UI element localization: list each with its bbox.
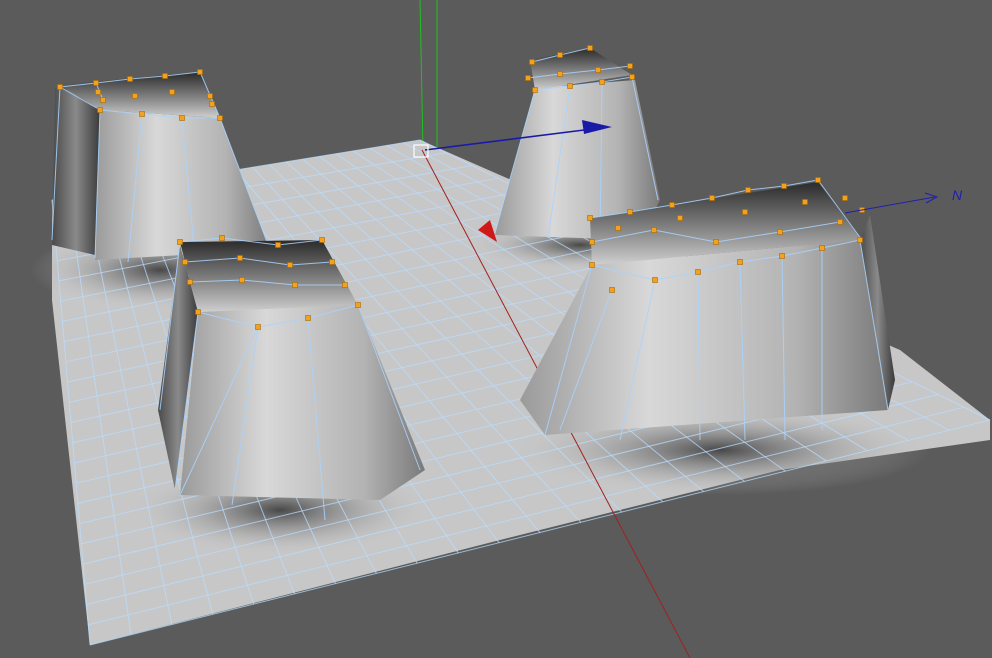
selected-vertex[interactable] — [677, 215, 683, 221]
selected-vertex[interactable] — [209, 101, 215, 107]
selected-vertex[interactable] — [255, 324, 261, 330]
selected-vertex[interactable] — [197, 69, 203, 75]
selected-vertex[interactable] — [187, 279, 193, 285]
selected-vertex[interactable] — [742, 209, 748, 215]
selected-vertex[interactable] — [567, 83, 573, 89]
selected-vertex[interactable] — [713, 239, 719, 245]
world-z-axis-line — [844, 196, 936, 214]
selected-vertex[interactable] — [97, 107, 103, 113]
selected-vertex[interactable] — [305, 315, 311, 321]
selected-vertex[interactable] — [355, 302, 361, 308]
selected-vertex[interactable] — [599, 79, 605, 85]
selected-vertex[interactable] — [95, 89, 101, 95]
selected-vertex[interactable] — [139, 111, 145, 117]
selected-vertex[interactable] — [275, 242, 281, 248]
selected-vertex[interactable] — [287, 262, 293, 268]
selected-vertex[interactable] — [777, 229, 783, 235]
selected-vertex[interactable] — [557, 52, 563, 58]
selected-vertex[interactable] — [615, 225, 621, 231]
selected-vertex[interactable] — [595, 67, 601, 73]
selected-vertex[interactable] — [207, 93, 213, 99]
selected-vertex[interactable] — [169, 89, 175, 95]
selected-vertex[interactable] — [857, 237, 863, 243]
selected-vertex[interactable] — [842, 195, 848, 201]
selected-vertex[interactable] — [779, 253, 785, 259]
y-axis-line — [419, 0, 424, 151]
selected-vertex[interactable] — [219, 235, 225, 241]
selected-vertex[interactable] — [292, 282, 298, 288]
selected-vertex[interactable] — [532, 87, 538, 93]
selected-vertex[interactable] — [709, 195, 715, 201]
selected-vertex[interactable] — [525, 75, 531, 81]
selected-vertex[interactable] — [217, 115, 223, 121]
selected-vertex[interactable] — [651, 227, 657, 233]
selected-vertex[interactable] — [627, 209, 633, 215]
selected-vertex[interactable] — [745, 187, 751, 193]
selected-vertex[interactable] — [179, 115, 185, 121]
selected-vertex[interactable] — [177, 239, 183, 245]
selected-vertex[interactable] — [627, 63, 633, 69]
extruded-block-left-back[interactable] — [51, 69, 271, 263]
selected-vertex[interactable] — [57, 84, 63, 90]
selected-vertex[interactable] — [529, 59, 535, 65]
selected-vertex[interactable] — [819, 245, 825, 251]
selected-vertex[interactable] — [319, 237, 325, 243]
selected-vertex[interactable] — [100, 97, 106, 103]
selected-vertex[interactable] — [237, 255, 243, 261]
selected-vertex[interactable] — [162, 73, 168, 79]
selected-vertex[interactable] — [557, 71, 563, 77]
selected-vertex[interactable] — [132, 93, 138, 99]
selected-vertex[interactable] — [652, 277, 658, 283]
selected-vertex[interactable] — [815, 177, 821, 183]
selected-vertex[interactable] — [587, 215, 593, 221]
selected-vertex[interactable] — [329, 259, 335, 265]
selected-vertex[interactable] — [127, 76, 133, 82]
selected-vertex[interactable] — [802, 199, 808, 205]
3d-viewport[interactable]: N — [0, 0, 992, 658]
selected-vertex[interactable] — [629, 74, 635, 80]
world-z-label: N — [952, 187, 963, 203]
selected-vertex[interactable] — [195, 309, 201, 315]
selected-vertex[interactable] — [737, 259, 743, 265]
selected-vertex[interactable] — [781, 183, 787, 189]
selected-vertex[interactable] — [669, 202, 675, 208]
selected-vertex[interactable] — [93, 80, 99, 86]
selected-vertex[interactable] — [587, 45, 593, 51]
selected-vertex[interactable] — [837, 219, 843, 225]
selected-vertex[interactable] — [239, 277, 245, 283]
viewport-scene[interactable]: N — [0, 0, 992, 658]
selected-vertex[interactable] — [609, 287, 615, 293]
selected-vertex[interactable] — [589, 239, 595, 245]
selected-vertex[interactable] — [695, 269, 701, 275]
selected-vertex[interactable] — [589, 262, 595, 268]
selected-vertex[interactable] — [182, 259, 188, 265]
selected-vertex[interactable] — [342, 282, 348, 288]
